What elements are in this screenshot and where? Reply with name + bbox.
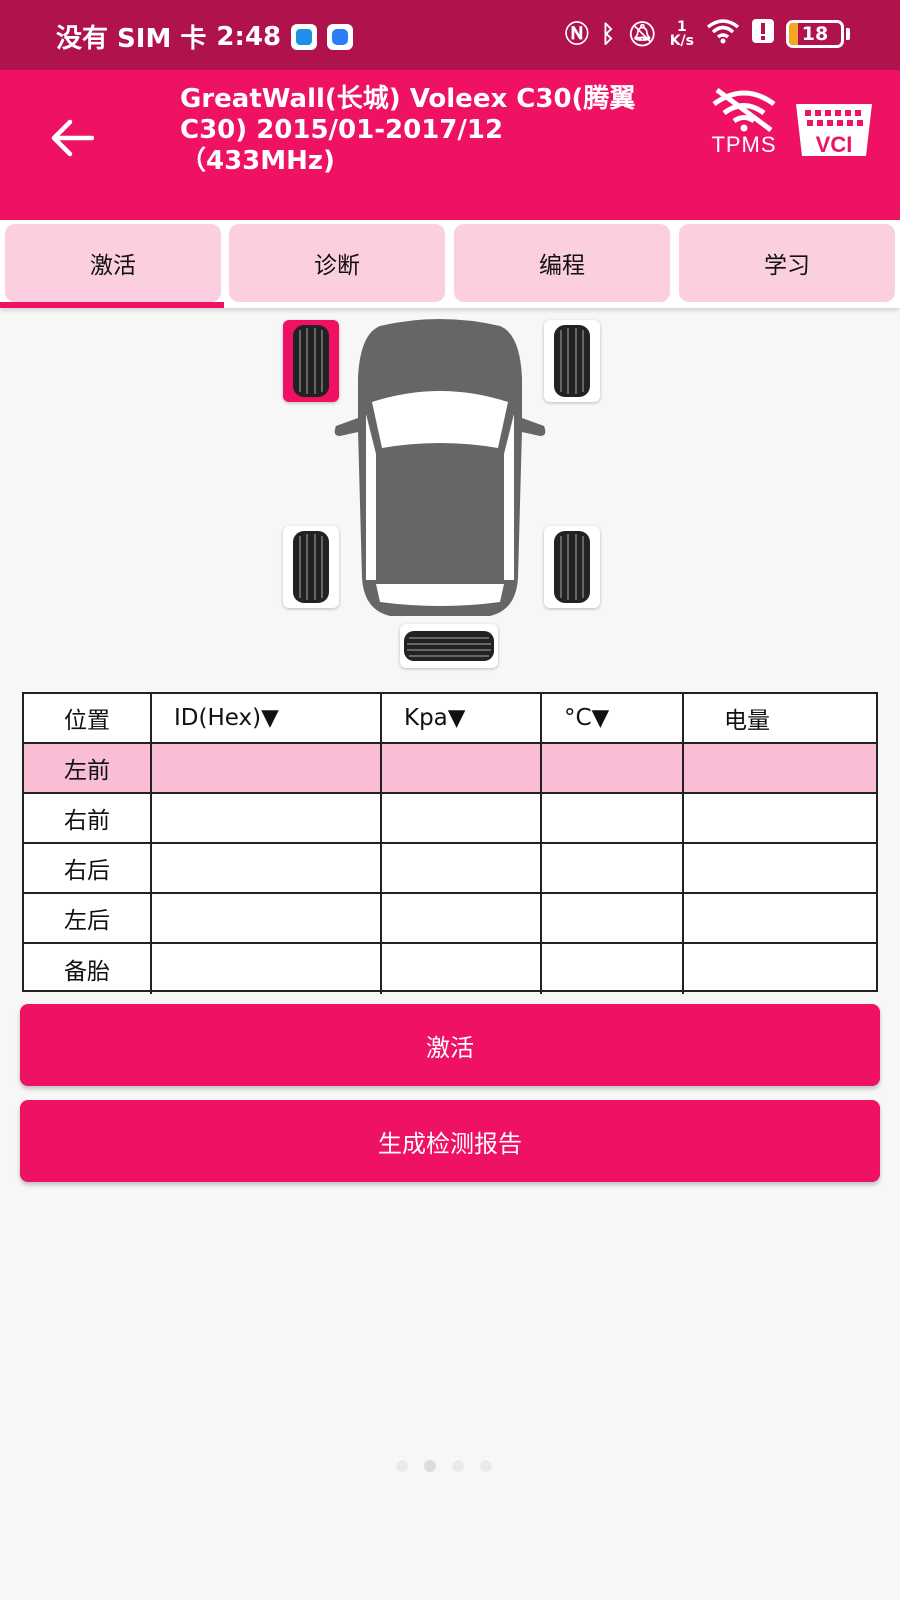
table-row[interactable]: 左后 [24, 894, 876, 944]
activate-button[interactable]: 激活 [20, 1004, 880, 1086]
cell-kpa [382, 844, 542, 892]
wifi-icon [706, 18, 740, 50]
network-speed: 1 K/s [670, 20, 694, 48]
cell-position: 左前 [24, 744, 152, 792]
table-header-row: 位置 ID(Hex)▼ Kpa▼ °C▼ 电量 [24, 694, 876, 744]
cell-temp [542, 894, 684, 942]
cell-id [152, 894, 382, 942]
cell-position: 备胎 [24, 944, 152, 994]
table-row[interactable]: 左前 [24, 744, 876, 794]
tire-rear-right[interactable] [544, 526, 600, 608]
cell-battery [684, 944, 876, 994]
generate-report-button[interactable]: 生成检测报告 [20, 1100, 880, 1182]
tire-front-left[interactable] [283, 320, 339, 402]
cell-battery [684, 894, 876, 942]
active-tab-indicator [0, 302, 224, 308]
cell-temp [542, 844, 684, 892]
column-header-position: 位置 [24, 694, 152, 742]
tire-spare[interactable] [400, 624, 498, 668]
nfc-icon: Ⓝ [564, 20, 589, 48]
alert-icon [752, 19, 774, 49]
cell-id [152, 794, 382, 842]
message-app-icon [327, 23, 354, 50]
app-header: GreatWall(长城) Voleex C30(腾翼C30) 2015/01-… [0, 70, 900, 220]
page-indicator [396, 1460, 492, 1472]
cell-id [152, 744, 382, 792]
clock-text: 2:48 [216, 21, 282, 52]
cell-position: 左后 [24, 894, 152, 942]
status-bar: 没有 SIM 卡 2:48 Ⓝ ᛒ 🔕︎ 1 K/s 18 [0, 0, 900, 70]
vci-label: VCI [816, 132, 853, 157]
back-button[interactable] [44, 110, 100, 166]
vehicle-title: GreatWall(长城) Voleex C30(腾翼C30) 2015/01-… [180, 84, 636, 176]
vehicle-diagram [280, 318, 620, 678]
sensor-table: 位置 ID(Hex)▼ Kpa▼ °C▼ 电量 左前 右前 右后 左后 备胎 [22, 692, 878, 994]
car-top-view-icon [334, 319, 546, 616]
tab-diagnose[interactable]: 诊断 [229, 224, 445, 302]
tire-icon [554, 531, 590, 603]
status-bar-right: Ⓝ ᛒ 🔕︎ 1 K/s 18 [565, 18, 850, 50]
bell-muted-icon: 🔕︎ [627, 20, 658, 48]
page-dot [452, 1460, 464, 1472]
table-row[interactable]: 右前 [24, 794, 876, 844]
page-dot [396, 1460, 408, 1472]
column-header-kpa[interactable]: Kpa▼ [382, 694, 542, 742]
table-row[interactable]: 备胎 [24, 944, 876, 994]
status-bar-left: 没有 SIM 卡 2:48 [56, 18, 354, 55]
bluetooth-icon: ᛒ [600, 20, 616, 48]
cell-temp [542, 744, 684, 792]
cell-position: 右后 [24, 844, 152, 892]
table-row[interactable]: 右后 [24, 844, 876, 894]
cell-temp [542, 944, 684, 994]
tab-activate[interactable]: 激活 [5, 224, 221, 302]
battery-icon: 18 [786, 20, 844, 48]
vci-connector-icon: VCI [796, 104, 872, 157]
cell-temp [542, 794, 684, 842]
page-dot [424, 1460, 436, 1472]
tab-program[interactable]: 编程 [454, 224, 670, 302]
tire-rear-left[interactable] [283, 526, 339, 608]
cell-kpa [382, 744, 542, 792]
cell-battery [684, 794, 876, 842]
cell-id [152, 844, 382, 892]
carrier-text: 没有 SIM 卡 [56, 24, 207, 54]
column-header-id[interactable]: ID(Hex)▼ [152, 694, 382, 742]
cell-kpa [382, 794, 542, 842]
cell-kpa [382, 944, 542, 994]
tire-icon [293, 531, 329, 603]
battery-level: 18 [801, 23, 829, 45]
vci-button[interactable]: VCI [792, 100, 876, 160]
tire-icon [554, 325, 590, 397]
network-speed-unit: K/s [669, 33, 694, 49]
cell-kpa [382, 894, 542, 942]
shield-app-icon [291, 23, 318, 50]
tpms-status-button[interactable]: TPMS [704, 87, 784, 168]
cell-battery [684, 844, 876, 892]
tab-learn[interactable]: 学习 [679, 224, 895, 302]
tire-icon [404, 631, 494, 661]
tab-bar: 激活 诊断 编程 学习 [0, 220, 900, 308]
tpms-label: TPMS [711, 132, 777, 157]
column-header-battery: 电量 [724, 708, 770, 734]
cell-position: 右前 [24, 794, 152, 842]
arrow-left-icon [51, 119, 94, 157]
page-dot [480, 1460, 492, 1472]
tire-icon [293, 325, 329, 397]
cell-id [152, 944, 382, 994]
tire-front-right[interactable] [544, 320, 600, 402]
column-header-temp[interactable]: °C▼ [542, 694, 684, 742]
tpms-wifi-off-icon [712, 87, 776, 133]
cell-battery [684, 744, 876, 792]
